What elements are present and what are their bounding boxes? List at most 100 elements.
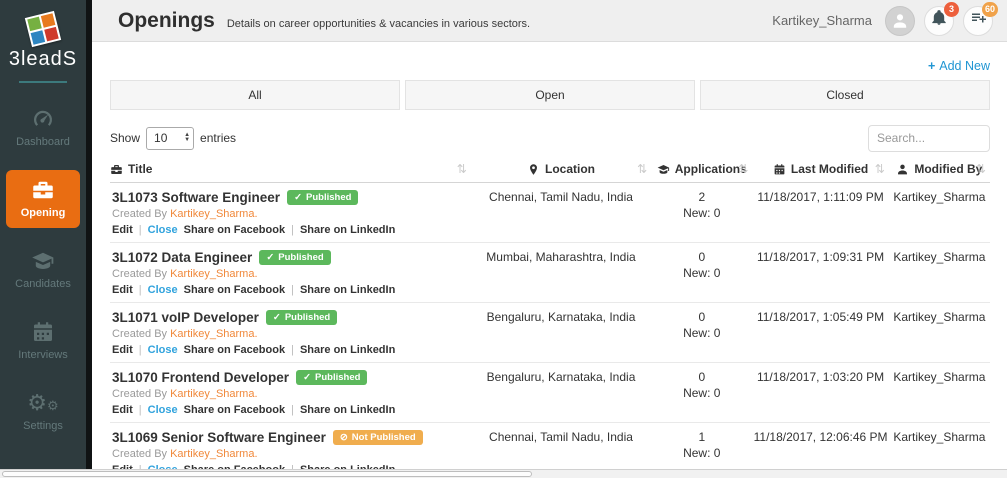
job-title-link[interactable]: 3L1070 Frontend Developer (112, 370, 289, 385)
created-by-link[interactable]: Kartikey_Sharma. (170, 208, 257, 220)
close-link[interactable]: Close (148, 404, 178, 416)
applications-count: 0 (651, 250, 752, 264)
column-header-applications[interactable]: Applications ⇅ (651, 162, 752, 176)
dashboard-gauge-icon (0, 107, 86, 133)
column-header-location[interactable]: Location ⇅ (471, 162, 651, 176)
check-icon: ✓ (273, 312, 281, 323)
created-by-label: Created By (112, 328, 167, 340)
logo-text: 3leadS (0, 48, 86, 71)
sidebar-item-label: Settings (0, 420, 86, 432)
applications-count: 2 (651, 190, 752, 204)
share-linkedin-link[interactable]: Share on LinkedIn (300, 284, 395, 296)
applications-new: New: 0 (651, 386, 752, 400)
table-row: 3L1073 Software Engineer ✓ Published Cre… (110, 183, 990, 243)
sidebar-item-interviews[interactable]: Interviews (0, 312, 86, 370)
table-row: 3L1071 voIP Developer ✓ Published Create… (110, 303, 990, 363)
calendar-icon (0, 320, 86, 346)
new-applications-button[interactable]: 60 (963, 6, 993, 36)
check-icon: ✓ (266, 252, 274, 263)
separator: | (291, 224, 294, 236)
search-input[interactable] (868, 125, 990, 152)
sidebar-item-label: Dashboard (0, 136, 86, 148)
applications-count: 0 (651, 370, 752, 384)
sidebar-item-settings[interactable]: ⚙⚙ Settings (0, 383, 86, 441)
status-tabs: All Open Closed (110, 80, 990, 110)
column-label: Modified By (914, 162, 982, 176)
sort-icon[interactable]: ⇅ (457, 162, 467, 176)
applications-count: 0 (651, 310, 752, 324)
content: + Add New All Open Closed Show 10 ▲▼ ent… (92, 42, 1007, 478)
sidebar-item-dashboard[interactable]: Dashboard (0, 99, 86, 157)
sidebar: 3leadS Dashboard Opening Candidates (0, 0, 92, 478)
close-link[interactable]: Close (148, 284, 178, 296)
share-linkedin-link[interactable]: Share on LinkedIn (300, 404, 395, 416)
created-by-link[interactable]: Kartikey_Sharma. (170, 268, 257, 280)
share-facebook-link[interactable]: Share on Facebook (184, 284, 285, 296)
applications-cell: 0 New: 0 (651, 243, 752, 302)
column-header-last-modified[interactable]: Last Modified ⇅ (752, 162, 888, 176)
created-by-label: Created By (112, 388, 167, 400)
job-title-link[interactable]: 3L1069 Senior Software Engineer (112, 430, 326, 445)
table-row: 3L1072 Data Engineer ✓ Published Created… (110, 243, 990, 303)
select-arrows-icon: ▲▼ (184, 133, 190, 143)
tab-closed[interactable]: Closed (700, 80, 990, 110)
sidebar-item-opening[interactable]: Opening (6, 170, 80, 228)
edit-link[interactable]: Edit (112, 284, 133, 296)
graduation-cap-icon (0, 249, 86, 275)
sort-icon[interactable]: ⇅ (875, 162, 885, 176)
created-by-link[interactable]: Kartikey_Sharma. (170, 388, 257, 400)
modified-by-cell: Kartikey_Sharma (889, 243, 990, 302)
created-by-label: Created By (112, 208, 167, 220)
logo-quadrant (41, 13, 56, 28)
job-title-link[interactable]: 3L1073 Software Engineer (112, 190, 280, 205)
sidebar-nav: Dashboard Opening Candidates Interviews (0, 99, 86, 441)
sort-icon[interactable]: ⇅ (976, 162, 986, 176)
column-header-title[interactable]: Title ⇅ (110, 162, 471, 176)
sort-icon[interactable]: ⇅ (738, 162, 748, 176)
applications-cell: 0 New: 0 (651, 363, 752, 422)
briefcase-icon (110, 163, 123, 176)
close-link[interactable]: Close (148, 224, 178, 236)
check-icon: ✓ (294, 192, 302, 203)
separator: | (139, 344, 142, 356)
edit-link[interactable]: Edit (112, 224, 133, 236)
column-label: Title (128, 162, 152, 176)
share-facebook-link[interactable]: Share on Facebook (184, 404, 285, 416)
entries-label: entries (200, 131, 236, 145)
share-facebook-link[interactable]: Share on Facebook (184, 344, 285, 356)
job-title-link[interactable]: 3L1072 Data Engineer (112, 250, 252, 265)
title-cell: 3L1071 voIP Developer ✓ Published Create… (110, 303, 471, 362)
edit-link[interactable]: Edit (112, 404, 133, 416)
horizontal-scrollbar[interactable] (0, 469, 1007, 478)
tab-open[interactable]: Open (405, 80, 695, 110)
applications-new: New: 0 (651, 206, 752, 220)
sidebar-item-candidates[interactable]: Candidates (0, 241, 86, 299)
table-row: 3L1070 Frontend Developer ✓ Published Cr… (110, 363, 990, 423)
last-modified-cell: 11/18/2017, 1:11:09 PM (752, 183, 888, 242)
entries-select[interactable]: 10 ▲▼ (146, 127, 194, 150)
scrollbar-thumb[interactable] (2, 471, 532, 477)
sort-icon[interactable]: ⇅ (637, 162, 647, 176)
share-linkedin-link[interactable]: Share on LinkedIn (300, 344, 395, 356)
edit-link[interactable]: Edit (112, 344, 133, 356)
created-by-link[interactable]: Kartikey_Sharma. (170, 448, 257, 460)
job-title-link[interactable]: 3L1071 voIP Developer (112, 310, 259, 325)
created-by-label: Created By (112, 268, 167, 280)
topbar-right: Kartikey_Sharma 3 60 (772, 6, 993, 36)
close-link[interactable]: Close (148, 344, 178, 356)
graduation-cap-icon (657, 163, 670, 176)
share-facebook-link[interactable]: Share on Facebook (184, 224, 285, 236)
column-label: Applications (675, 162, 747, 176)
show-label: Show (110, 131, 140, 145)
avatar[interactable] (885, 6, 915, 36)
tab-all[interactable]: All (110, 80, 400, 110)
share-linkedin-link[interactable]: Share on LinkedIn (300, 224, 395, 236)
separator: | (139, 284, 142, 296)
created-by-link[interactable]: Kartikey_Sharma. (170, 328, 257, 340)
notifications-button[interactable]: 3 (924, 6, 954, 36)
logo[interactable]: 3leadS (0, 0, 86, 83)
separator: | (291, 404, 294, 416)
location-cell: Mumbai, Maharashtra, India (471, 243, 651, 302)
column-header-modified-by[interactable]: Modified By ⇅ (889, 162, 990, 176)
add-new-button[interactable]: + Add New (928, 59, 990, 73)
